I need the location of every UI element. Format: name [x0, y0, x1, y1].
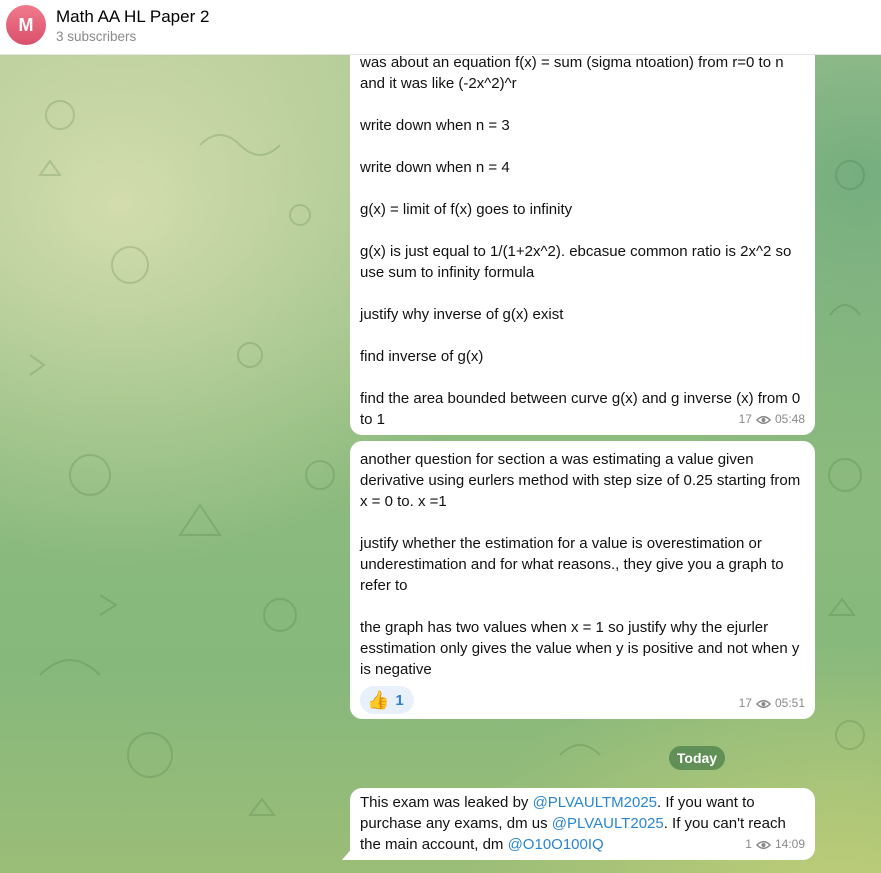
- message-bubble[interactable]: was about an equation f(x) = sum (sigma …: [350, 42, 815, 435]
- eye-icon: [755, 840, 771, 849]
- message-bubble[interactable]: another question for section a was estim…: [350, 441, 815, 719]
- message-time: 14:09: [774, 837, 805, 851]
- message-text: justify why inverse of g(x) exist: [360, 306, 564, 323]
- message-time: 05:51: [774, 696, 805, 710]
- thumbs-up-icon: 👍: [367, 690, 390, 710]
- message-text: another question for section a was estim…: [360, 451, 801, 510]
- message-meta: 17 05:48: [739, 409, 805, 430]
- message-meta: 17 05:51: [739, 693, 805, 714]
- date-separator: Today: [669, 746, 725, 770]
- subscriber-count: 3 subscribers: [56, 29, 137, 44]
- message-text: justify whether the estimation for a val…: [360, 535, 784, 594]
- channel-title[interactable]: Math AA HL Paper 2: [56, 7, 209, 27]
- view-count: 1: [745, 837, 752, 851]
- message-text: the graph has two values when x = 1 so j…: [360, 619, 800, 678]
- message-bubble[interactable]: This exam was leaked by @PLVAULTM2025. I…: [342, 788, 815, 860]
- message-meta: 1 14:09: [745, 834, 805, 855]
- message-text: find inverse of g(x): [360, 348, 484, 365]
- mention-link[interactable]: @PLVAULT2025: [552, 815, 664, 832]
- eye-icon: [755, 415, 771, 424]
- eye-icon: [755, 699, 771, 708]
- channel-avatar[interactable]: M: [6, 5, 46, 45]
- message-text: This exam was leaked by @PLVAULTM2025. I…: [360, 794, 786, 853]
- mention-link[interactable]: @O10O100IQ: [508, 836, 604, 853]
- message-time: 05:48: [774, 412, 805, 426]
- message-text: find the area bounded between curve g(x)…: [360, 390, 801, 428]
- message-text: g(x) is just equal to 1/(1+2x^2). ebcasu…: [360, 243, 792, 281]
- message-text: write down when n = 4: [360, 159, 510, 176]
- mention-link[interactable]: @PLVAULTM2025: [533, 794, 657, 811]
- channel-header[interactable]: M Math AA HL Paper 2 3 subscribers: [0, 0, 881, 55]
- view-count: 17: [738, 696, 752, 710]
- message-text: g(x) = limit of f(x) goes to infinity: [360, 201, 573, 218]
- reaction-count: 1: [395, 691, 404, 709]
- message-text: write down when n = 3: [360, 117, 510, 134]
- view-count: 17: [738, 412, 752, 426]
- message-text: was about an equation f(x) = sum (sigma …: [360, 54, 784, 92]
- reaction-chip[interactable]: 👍 1: [360, 686, 414, 714]
